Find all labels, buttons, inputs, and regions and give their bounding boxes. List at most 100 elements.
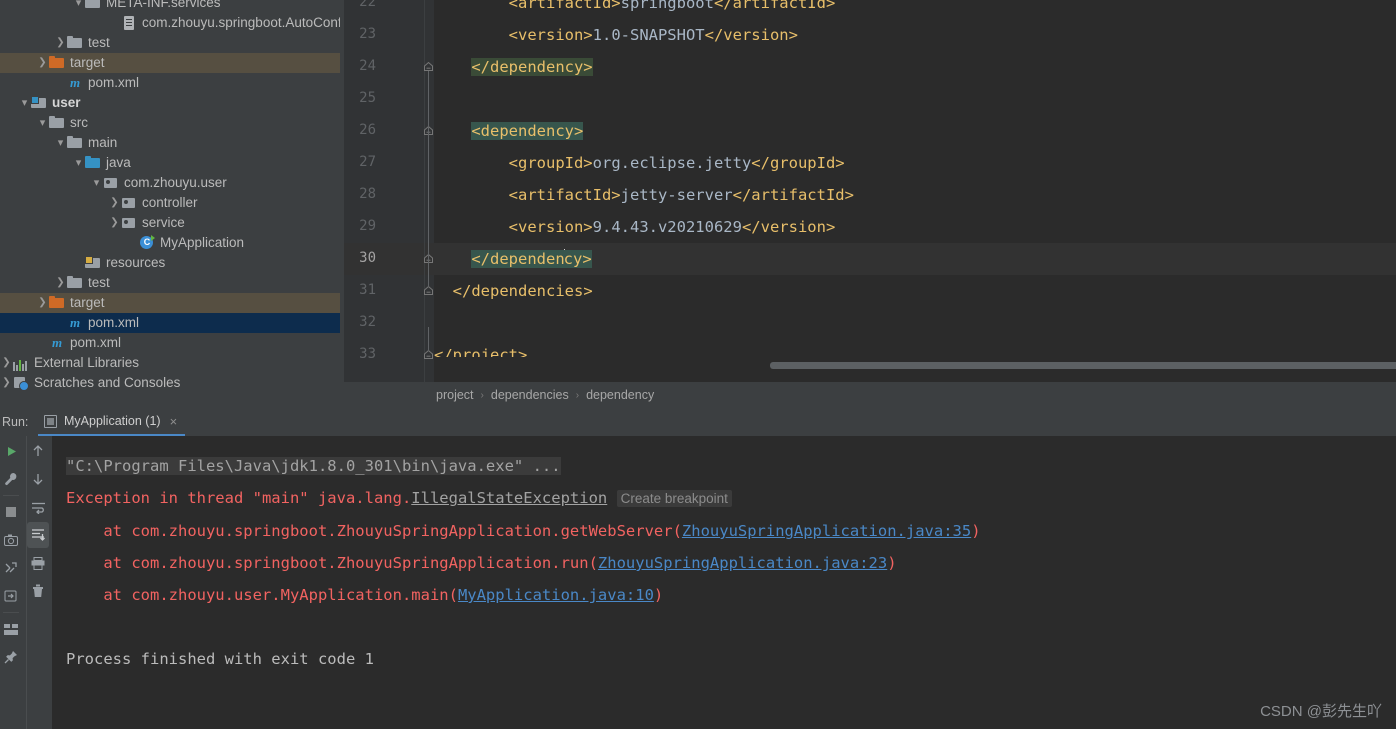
create-breakpoint-hint[interactable]: Create breakpoint bbox=[616, 490, 732, 507]
fold-guide-line bbox=[428, 71, 429, 287]
editor-gutter[interactable]: 22 23 24 25 26 27 28 29 30 31 32 33 bbox=[344, 0, 434, 382]
chevron-down-icon[interactable]: ▾ bbox=[90, 173, 103, 193]
tree-item-pom-xml[interactable]: ❯mpom.xml bbox=[0, 73, 340, 93]
chevron-right-icon[interactable]: ❯ bbox=[54, 273, 67, 293]
code-line[interactable]: <version>1.0-SNAPSHOT</version> bbox=[434, 19, 1396, 51]
scratches-icon bbox=[13, 375, 29, 391]
tree-item-java[interactable]: ▾ java bbox=[0, 153, 340, 173]
close-icon[interactable]: × bbox=[168, 414, 178, 429]
down-stacktrace-button[interactable] bbox=[27, 466, 49, 492]
tree-item-target[interactable]: ❯ target bbox=[0, 53, 340, 73]
chevron-right-icon[interactable]: ❯ bbox=[54, 33, 67, 53]
code-line[interactable]: </dependency> bbox=[434, 51, 1396, 83]
tree-item-service[interactable]: ❯ service bbox=[0, 213, 340, 233]
chevron-down-icon[interactable]: ▾ bbox=[18, 93, 31, 113]
chevron-down-icon[interactable]: ▾ bbox=[72, 153, 85, 173]
java-class-letter: C bbox=[143, 237, 151, 247]
code-line[interactable] bbox=[434, 307, 1396, 339]
line-number: 24 bbox=[359, 58, 376, 74]
code-line[interactable]: <artifactId>jetty-server</artifactId> bbox=[434, 179, 1396, 211]
soft-wrap-button[interactable] bbox=[27, 494, 49, 520]
chevron-right-icon[interactable]: ❯ bbox=[0, 353, 13, 373]
chevron-right-icon[interactable]: ❯ bbox=[36, 293, 49, 313]
run-toolbar-secondary[interactable] bbox=[26, 436, 52, 729]
console-output[interactable]: "C:\Program Files\Java\jdk1.8.0_301\bin\… bbox=[52, 436, 1396, 729]
scroll-to-end-button[interactable] bbox=[27, 522, 49, 548]
chevron-down-icon[interactable]: ▾ bbox=[72, 0, 85, 13]
maven-icon: m bbox=[69, 75, 81, 90]
code-line[interactable]: <dependency> bbox=[434, 115, 1396, 147]
code-line[interactable]: <version>9.4.43.v20210629</version> bbox=[434, 211, 1396, 243]
editor-horizontal-scroll-thumb[interactable] bbox=[770, 362, 1396, 369]
tree-item-meta-inf-services[interactable]: ▾ META-INF.services bbox=[0, 0, 340, 13]
editor-code-area[interactable]: <artifactId>springboot</artifactId> <ver… bbox=[434, 0, 1396, 357]
dump-threads-button[interactable] bbox=[0, 555, 22, 581]
stop-button[interactable] bbox=[0, 499, 22, 525]
tree-item-main[interactable]: ▾ main bbox=[0, 133, 340, 153]
code-line[interactable]: </dependencies> bbox=[434, 275, 1396, 307]
tree-item-external-libraries[interactable]: ❯ External Libraries bbox=[0, 353, 340, 373]
clear-all-button[interactable] bbox=[27, 578, 49, 604]
breadcrumb[interactable]: project › dependencies › dependency bbox=[340, 382, 1396, 408]
chevron-right-icon[interactable]: ❯ bbox=[36, 53, 49, 73]
screenshot-button[interactable] bbox=[0, 527, 22, 553]
code-line[interactable] bbox=[434, 83, 1396, 115]
breadcrumb-item[interactable]: dependencies bbox=[491, 388, 569, 402]
tree-item-pom-xml[interactable]: ❯mpom.xml bbox=[0, 333, 340, 353]
code-token: <dependency> bbox=[471, 122, 584, 140]
library-bar bbox=[19, 360, 21, 371]
tree-item-com-zhouyu-user[interactable]: ▾ com.zhouyu.user bbox=[0, 173, 340, 193]
project-tree-panel[interactable]: ▾META-INF.services❯com.zhouyu.springboot… bbox=[0, 0, 340, 391]
print-button[interactable] bbox=[27, 550, 49, 576]
tree-item-pom-xml[interactable]: ❯mpom.xml bbox=[0, 313, 340, 333]
tree-item-test[interactable]: ❯ test bbox=[0, 33, 340, 53]
chevron-right-icon[interactable]: ❯ bbox=[108, 213, 121, 233]
tab-myapplication[interactable]: MyApplication (1) × bbox=[38, 409, 186, 436]
stacktrace-link[interactable]: MyApplication.java:10 bbox=[458, 586, 654, 604]
console-text: at com.zhouyu.springboot.ZhouyuSpringApp… bbox=[66, 522, 682, 540]
console-text: ) bbox=[971, 522, 981, 540]
tree-item-myapplication[interactable]: ❯CMyApplication bbox=[0, 233, 340, 253]
folder-icon bbox=[67, 275, 83, 291]
tree-item-src[interactable]: ▾ src bbox=[0, 113, 340, 133]
run-label: Run: bbox=[2, 415, 29, 429]
chevron-right-icon[interactable]: ❯ bbox=[108, 193, 121, 213]
code-line[interactable]: </project> bbox=[434, 339, 1396, 357]
code-line[interactable]: <artifactId>springboot</artifactId> bbox=[434, 0, 1396, 19]
tree-item-target[interactable]: ❯ target bbox=[0, 293, 340, 313]
arrow-down-icon bbox=[31, 472, 45, 486]
up-stacktrace-button[interactable] bbox=[27, 438, 49, 464]
editor-horizontal-scrollbar[interactable] bbox=[770, 362, 1396, 370]
breadcrumb-item[interactable]: project bbox=[436, 388, 474, 402]
code-line[interactable]: <groupId>org.eclipse.jetty</groupId> bbox=[434, 147, 1396, 179]
stacktrace-link[interactable]: ZhouyuSpringApplication.java:23 bbox=[598, 554, 887, 572]
external-libraries-icon bbox=[13, 355, 29, 371]
tree-item-test[interactable]: ❯ test bbox=[0, 273, 340, 293]
breadcrumb-item[interactable]: dependency bbox=[586, 388, 654, 402]
code-line[interactable]: </dependency> bbox=[434, 243, 1396, 275]
edit-configuration-button[interactable] bbox=[0, 466, 22, 492]
tree-item-label: test bbox=[88, 275, 110, 290]
layout-button[interactable] bbox=[0, 616, 22, 642]
pin-tab-button[interactable] bbox=[0, 644, 22, 670]
chevron-down-icon[interactable]: ▾ bbox=[36, 113, 49, 133]
code-editor[interactable]: 22 23 24 25 26 27 28 29 30 31 32 33 <artifactId>spr… bbox=[340, 0, 1396, 382]
run-toolbar-primary[interactable] bbox=[0, 436, 22, 729]
exception-class-link[interactable]: IllegalStateException bbox=[411, 489, 607, 507]
tree-item-controller[interactable]: ❯ controller bbox=[0, 193, 340, 213]
watermark: CSDN @彭先生吖 bbox=[1260, 703, 1382, 720]
stacktrace-link[interactable]: ZhouyuSpringApplication.java:35 bbox=[682, 522, 971, 540]
console-text: ) bbox=[653, 586, 664, 604]
tree-item-resources[interactable]: ❯resources bbox=[0, 253, 340, 273]
toolbar-separator bbox=[3, 495, 19, 496]
rerun-button[interactable] bbox=[0, 438, 22, 464]
tree-item-user[interactable]: ▾ user bbox=[0, 93, 340, 113]
folder-icon bbox=[85, 0, 101, 11]
tree-item-scratches-and-consoles[interactable]: ❯ Scratches and Consoles bbox=[0, 373, 340, 391]
console-line: at com.zhouyu.springboot.ZhouyuSpringApp… bbox=[66, 515, 1396, 547]
resume-button[interactable] bbox=[0, 583, 22, 609]
chevron-down-icon[interactable]: ▾ bbox=[54, 133, 67, 153]
chevron-right-icon[interactable]: ❯ bbox=[0, 373, 13, 391]
tree-item-com-zhouyu-springboot-autoconfig[interactable]: ❯com.zhouyu.springboot.AutoConfig bbox=[0, 13, 340, 33]
